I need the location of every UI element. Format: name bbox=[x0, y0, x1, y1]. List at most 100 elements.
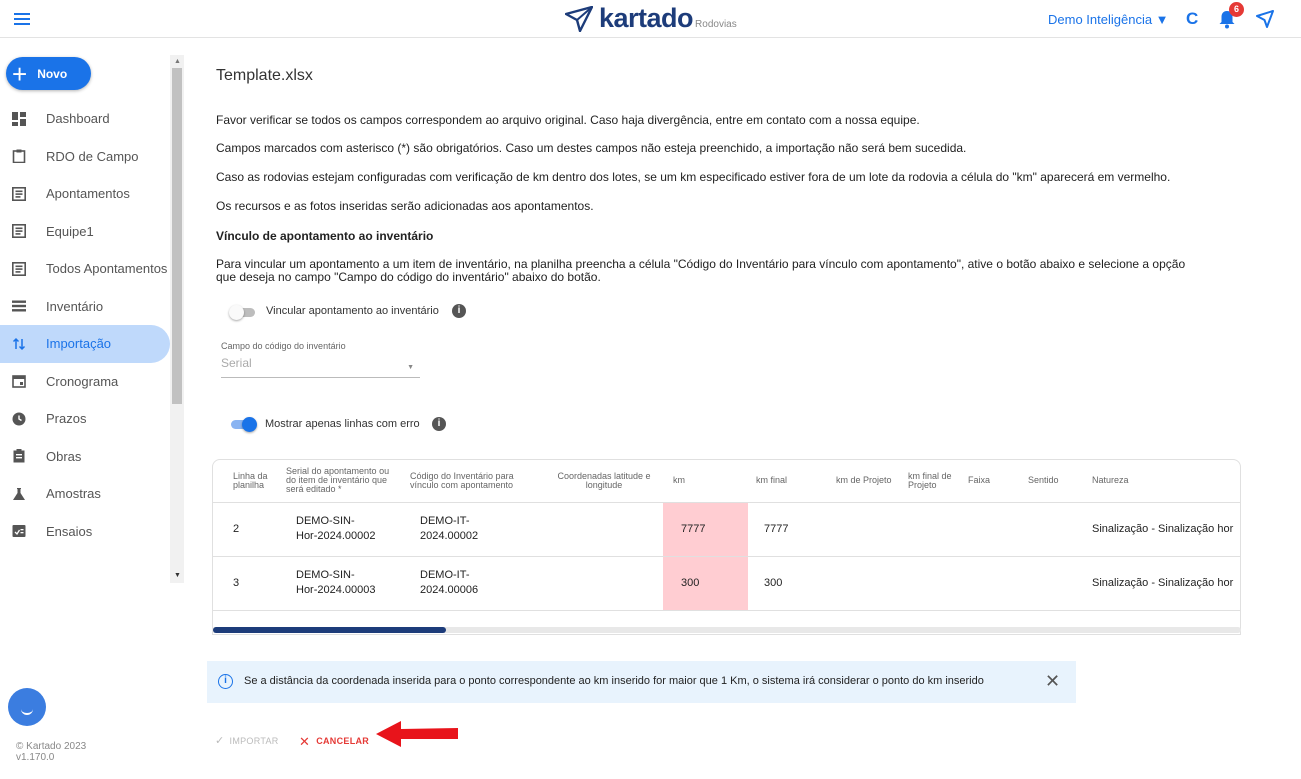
info-icon: i bbox=[218, 674, 233, 689]
scroll-up-icon[interactable]: ▲ bbox=[174, 58, 181, 65]
inventory-icon bbox=[12, 300, 26, 312]
cell-km-projeto bbox=[826, 502, 902, 557]
sidebar-item-label: Cronograma bbox=[46, 373, 119, 389]
copyright: © Kartado 2023 v1.170.0 bbox=[16, 741, 86, 763]
new-button[interactable]: + Novo bbox=[6, 57, 91, 90]
table-scrollbar-thumb[interactable] bbox=[213, 627, 446, 633]
cell-km-final-projeto bbox=[902, 556, 962, 611]
send-icon[interactable] bbox=[1256, 10, 1274, 28]
list-icon bbox=[12, 186, 26, 201]
cell-codigo: DEMO-IT-2024.00006 bbox=[400, 556, 545, 611]
import-table: Linha da planilha Serial do apontamento … bbox=[212, 459, 1241, 635]
main-content: Template.xlsx Favor verificar se todos o… bbox=[186, 38, 1301, 779]
sidebar-item-dashboard[interactable]: Dashboard bbox=[0, 100, 170, 138]
column-header: km de Projeto bbox=[826, 460, 902, 503]
annotation-arrow-icon bbox=[376, 721, 458, 747]
column-header: Natureza bbox=[1086, 460, 1240, 503]
close-icon[interactable]: ✕ bbox=[1045, 671, 1060, 692]
instruction-text: Para vincular um apontamento a um item d… bbox=[216, 257, 1186, 271]
errors-only-label: Mostrar apenas linhas com erro bbox=[265, 418, 420, 430]
menu-icon[interactable] bbox=[14, 13, 30, 25]
table-header-row: Linha da planilha Serial do apontamento … bbox=[213, 460, 1240, 503]
sidebar-item-amostras[interactable]: Amostras bbox=[0, 475, 170, 513]
sidebar-scrollbar-thumb[interactable] bbox=[172, 68, 182, 404]
column-header: Serial do apontamento ou do item de inve… bbox=[276, 460, 400, 503]
brand-name: kartado bbox=[599, 3, 694, 33]
instruction-text: Caso as rodovias estejam configuradas co… bbox=[216, 170, 1171, 184]
cell-km-projeto bbox=[826, 556, 902, 611]
alert-text: Se a distância da coordenada inserida pa… bbox=[244, 675, 984, 687]
brand-sub: Rodovias bbox=[695, 19, 737, 30]
sidebar-item-todos-apontamentos[interactable]: Todos Apontamentos bbox=[0, 250, 170, 288]
sidebar-item-label: Todos Apontamentos bbox=[46, 261, 168, 277]
instruction-text: Campos marcados com asterisco (*) são ob… bbox=[216, 141, 967, 155]
sidebar: + Novo Dashboard RDO de Campo Apontament… bbox=[0, 38, 186, 779]
clock-icon bbox=[12, 412, 26, 426]
cell-coordenadas bbox=[545, 502, 663, 557]
sidebar-item-label: Apontamentos bbox=[46, 186, 130, 202]
info-icon[interactable]: i bbox=[432, 417, 446, 431]
sidebar-nav: Dashboard RDO de Campo Apontamentos Equi… bbox=[0, 100, 170, 550]
sidebar-item-rdo[interactable]: RDO de Campo bbox=[0, 138, 170, 176]
cell-serial: DEMO-SIN-Hor-2024.00002 bbox=[276, 502, 400, 557]
plus-icon: + bbox=[12, 58, 28, 89]
new-button-label: Novo bbox=[37, 66, 68, 81]
notification-badge: 6 bbox=[1229, 2, 1244, 17]
cancel-button[interactable]: ✕ CANCELAR bbox=[299, 734, 369, 750]
cell-linha: 2 bbox=[213, 502, 276, 557]
info-alert: i Se a distância da coordenada inserida … bbox=[207, 661, 1076, 703]
table-row[interactable]: 2 DEMO-SIN-Hor-2024.00002 DEMO-IT-2024.0… bbox=[213, 502, 1240, 557]
inventory-field-value: Serial bbox=[221, 356, 252, 370]
sidebar-item-importacao[interactable]: Importação bbox=[0, 325, 170, 363]
calendar-icon bbox=[12, 375, 26, 389]
cell-codigo: DEMO-IT-2024.00002 bbox=[400, 502, 545, 557]
cell-km-error: 300 bbox=[663, 556, 748, 611]
sidebar-item-inventario[interactable]: Inventário bbox=[0, 288, 170, 326]
sidebar-item-label: RDO de Campo bbox=[46, 148, 139, 164]
cell-natureza: Sinalização - Sinalização hor bbox=[1086, 556, 1240, 611]
cancel-button-label: CANCELAR bbox=[316, 736, 370, 746]
cell-serial: DEMO-SIN-Hor-2024.00003 bbox=[276, 556, 400, 611]
link-inventory-toggle[interactable] bbox=[229, 305, 257, 320]
inventory-field-select[interactable]: Serial ▼ bbox=[221, 356, 420, 378]
cell-faixa bbox=[962, 556, 1022, 611]
brand-logo[interactable]: kartado Rodovias bbox=[565, 4, 737, 32]
cell-km-final: 300 bbox=[748, 556, 826, 611]
clipboard-icon bbox=[12, 149, 26, 164]
chat-icon[interactable] bbox=[8, 688, 46, 726]
refresh-icon[interactable]: C bbox=[1186, 9, 1198, 29]
column-header: Coordenadas latitude e longitude bbox=[545, 460, 663, 503]
scroll-down-icon[interactable]: ▼ bbox=[174, 572, 181, 579]
import-button[interactable]: ✓ IMPORTAR bbox=[215, 734, 279, 747]
column-header: Faixa bbox=[962, 460, 1022, 503]
logo-mark-icon bbox=[565, 6, 593, 32]
cell-coordenadas bbox=[545, 556, 663, 611]
info-icon[interactable]: i bbox=[452, 304, 466, 318]
sidebar-item-cronograma[interactable]: Cronograma bbox=[0, 363, 170, 401]
sidebar-item-label: Obras bbox=[46, 448, 82, 464]
sidebar-item-obras[interactable]: Obras bbox=[0, 438, 170, 476]
copyright-text: © Kartado 2023 bbox=[16, 741, 87, 752]
dashboard-icon bbox=[12, 111, 26, 126]
errors-only-toggle[interactable] bbox=[229, 417, 257, 432]
list-icon bbox=[12, 224, 26, 239]
version-text: v1.170.0 bbox=[16, 752, 55, 763]
cell-km-final: 7777 bbox=[748, 502, 826, 557]
instruction-text: Os recursos e as fotos inseridas serão a… bbox=[216, 199, 594, 213]
cell-km-error: 7777 bbox=[663, 502, 748, 557]
sidebar-item-label: Amostras bbox=[46, 486, 101, 502]
clipboard-icon bbox=[13, 449, 25, 463]
sidebar-item-label: Dashboard bbox=[46, 111, 110, 127]
sidebar-item-label: Equipe1 bbox=[46, 223, 94, 239]
sidebar-item-apontamentos[interactable]: Apontamentos bbox=[0, 175, 170, 213]
top-bar: kartado Rodovias Demo Inteligência ▼ C 6 bbox=[0, 0, 1301, 38]
sidebar-item-ensaios[interactable]: Ensaios bbox=[0, 513, 170, 551]
organization-select[interactable]: Demo Inteligência ▼ bbox=[1048, 12, 1169, 27]
instruction-text: que deseja no campo "Campo do código do … bbox=[216, 270, 601, 284]
sidebar-item-label: Ensaios bbox=[46, 523, 93, 539]
section-title: Vínculo de apontamento ao inventário bbox=[216, 229, 434, 243]
import-icon bbox=[12, 337, 26, 350]
sidebar-item-prazos[interactable]: Prazos bbox=[0, 400, 170, 438]
table-row[interactable]: 3 DEMO-SIN-Hor-2024.00003 DEMO-IT-2024.0… bbox=[213, 556, 1240, 611]
sidebar-item-equipe1[interactable]: Equipe1 bbox=[0, 213, 170, 251]
